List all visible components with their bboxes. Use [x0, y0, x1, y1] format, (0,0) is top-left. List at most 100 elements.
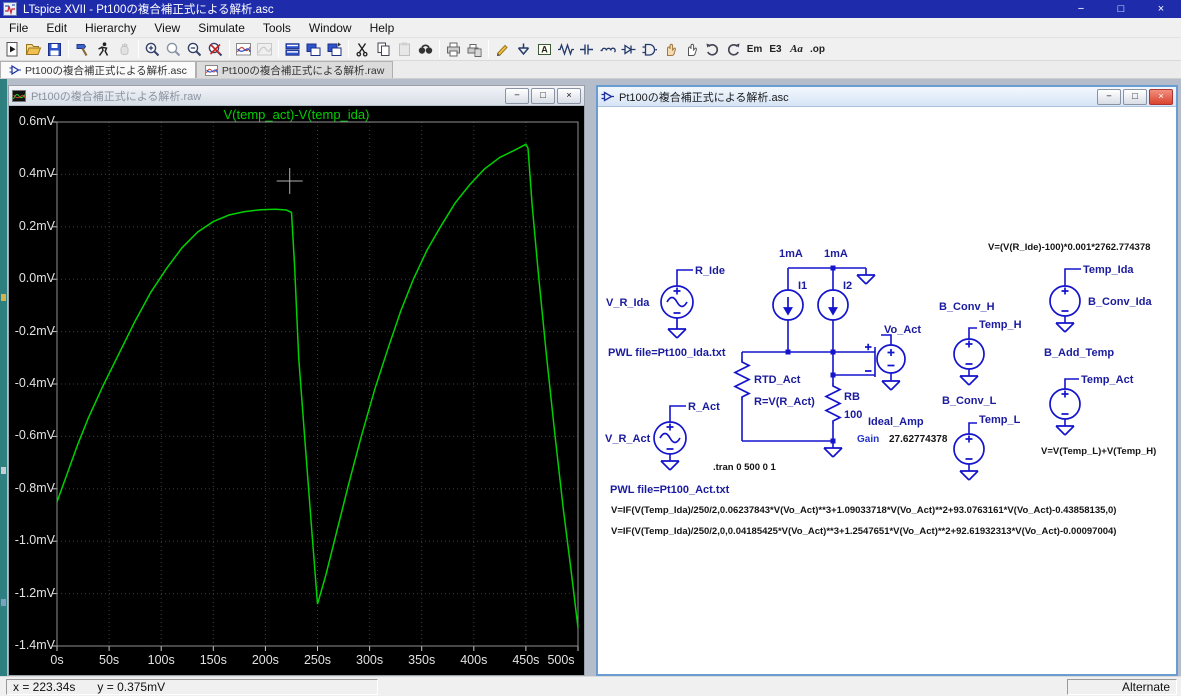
y-axis-label: -1.0mV [9, 533, 55, 547]
component-gate-icon [641, 41, 658, 58]
inductor-button[interactable] [597, 39, 618, 59]
paste-button[interactable] [394, 39, 415, 59]
x-axis-label: 150s [191, 653, 235, 667]
move-button[interactable] [660, 39, 681, 59]
menu-item-window[interactable]: Window [300, 19, 361, 37]
net-label-temp-h[interactable]: Temp_H [979, 319, 1022, 331]
window-close-button[interactable]: × [1141, 0, 1181, 18]
text-button[interactable]: Aa [786, 39, 807, 59]
net-label-temp-ida[interactable]: Temp_Ida [1083, 264, 1134, 276]
drag-button[interactable] [681, 39, 702, 59]
save-button[interactable] [44, 39, 65, 59]
new-schematic-button[interactable] [2, 39, 23, 59]
schematic-minimize-button[interactable]: − [1097, 89, 1121, 105]
schematic-restore-button[interactable]: □ [1123, 89, 1147, 105]
waveform-plot-canvas[interactable] [9, 106, 584, 655]
waveform-window: Pt100の複合補正式による解析.raw − □ × V(temp_act)-V… [8, 85, 585, 676]
print-preview-button[interactable] [464, 39, 485, 59]
voltage-source-v-r-ida[interactable] [661, 286, 693, 318]
menu-item-simulate[interactable]: Simulate [189, 19, 254, 37]
zoom-in-icon [144, 41, 161, 58]
cascade-button[interactable] [324, 39, 345, 59]
b-source-temp-l[interactable] [954, 434, 984, 464]
net-label-temp-act[interactable]: Temp_Act [1081, 374, 1134, 386]
rtd-name: RTD_Act [754, 374, 801, 386]
x-axis-label: 50s [87, 653, 131, 667]
x-axis-label: 300s [348, 653, 392, 667]
print-button[interactable] [443, 39, 464, 59]
net-label-r-ide[interactable]: R_Ide [695, 265, 725, 277]
control-panel-button[interactable] [72, 39, 93, 59]
net-label-vo-act[interactable]: Vo_Act [884, 324, 921, 336]
open-file-button[interactable] [23, 39, 44, 59]
find-button[interactable] [415, 39, 436, 59]
waveform-plot[interactable]: V(temp_act)-V(temp_ida) 0s50s100s150s200… [9, 106, 584, 675]
b-add-temp-formula: V=V(Temp_L)+V(Temp_H) [1041, 446, 1156, 457]
menu-item-hierarchy[interactable]: Hierarchy [76, 19, 145, 37]
draw-wire-button[interactable] [492, 39, 513, 59]
tran-directive[interactable]: .tran 0 500 0 1 [713, 462, 777, 473]
redo-button[interactable] [723, 39, 744, 59]
zoom-out-button[interactable] [184, 39, 205, 59]
diode-button[interactable] [618, 39, 639, 59]
spice-directive-button[interactable]: .op [807, 39, 828, 59]
plot-restore-button[interactable]: □ [531, 88, 555, 104]
tab-schematic-asc[interactable]: Pt100の複合補正式による解析.asc [0, 61, 196, 78]
resistor-rtd-act[interactable] [735, 359, 749, 400]
current-source-i1[interactable] [773, 290, 803, 320]
tile-horizontal-button[interactable] [282, 39, 303, 59]
v-r-ida-name: V_R_Ida [606, 297, 650, 309]
inductor-icon [599, 41, 616, 58]
zoom-back-button[interactable] [163, 39, 184, 59]
open-file-icon [25, 41, 42, 58]
x-axis-label: 250s [296, 653, 340, 667]
component-button[interactable] [639, 39, 660, 59]
plot-settings-button[interactable] [233, 39, 254, 59]
window-minimize-button[interactable]: − [1061, 0, 1101, 18]
schematic-close-button[interactable]: × [1149, 89, 1173, 105]
undo-button[interactable] [702, 39, 723, 59]
zoom-fit-button[interactable] [205, 39, 226, 59]
copy-button[interactable] [373, 39, 394, 59]
ground-button[interactable] [513, 39, 534, 59]
schematic-canvas[interactable]: V_R_Ida R_Ide PWL file=Pt100_Ida.txt 1mA… [598, 107, 1176, 674]
fft-button[interactable] [254, 39, 275, 59]
waveform-window-titlebar[interactable]: Pt100の複合補正式による解析.raw − □ × [9, 86, 584, 106]
window-maximize-button[interactable]: □ [1101, 0, 1141, 18]
run-icon [95, 41, 112, 58]
voltage-source-v-r-act[interactable] [654, 422, 686, 454]
b-source-conv-ida[interactable] [1050, 286, 1080, 316]
plot-minimize-button[interactable]: − [505, 88, 529, 104]
current-source-i2[interactable] [818, 290, 848, 320]
menu-item-file[interactable]: File [0, 19, 37, 37]
rotate-icon: E3 [769, 44, 781, 55]
title-bar[interactable]: LTspice XVII - Pt100の複合補正式による解析.asc − □ … [0, 0, 1181, 18]
resistor-button[interactable] [555, 39, 576, 59]
resistor-rb[interactable] [826, 383, 840, 424]
ideal-amp[interactable] [865, 344, 905, 373]
menu-item-view[interactable]: View [145, 19, 189, 37]
zoom-in-button[interactable] [142, 39, 163, 59]
b-source-temp-h[interactable] [954, 339, 984, 369]
halt-button[interactable] [114, 39, 135, 59]
menu-item-tools[interactable]: Tools [254, 19, 300, 37]
menu-item-edit[interactable]: Edit [37, 19, 76, 37]
zoom-back-icon [165, 41, 182, 58]
schematic-window-titlebar[interactable]: Pt100の複合補正式による解析.asc − □ × [598, 87, 1176, 107]
mirror-button[interactable]: Em [744, 39, 765, 59]
rotate-button[interactable]: E3 [765, 39, 786, 59]
run-button[interactable] [93, 39, 114, 59]
ground-symbols [661, 275, 1074, 480]
tab-waveform-raw[interactable]: Pt100の複合補正式による解析.raw [196, 61, 393, 78]
net-label-button[interactable]: A [534, 39, 555, 59]
menu-item-help[interactable]: Help [361, 19, 404, 37]
net-label-temp-l[interactable]: Temp_L [979, 414, 1021, 426]
b-source-add-temp[interactable] [1050, 389, 1080, 419]
net-label-r-act[interactable]: R_Act [688, 401, 720, 413]
b-conv-h-name: B_Conv_H [939, 301, 995, 313]
tile-vertical-button[interactable] [303, 39, 324, 59]
plot-close-button[interactable]: × [557, 88, 581, 104]
capacitor-button[interactable] [576, 39, 597, 59]
junction-nodes [786, 266, 836, 444]
cut-button[interactable] [352, 39, 373, 59]
